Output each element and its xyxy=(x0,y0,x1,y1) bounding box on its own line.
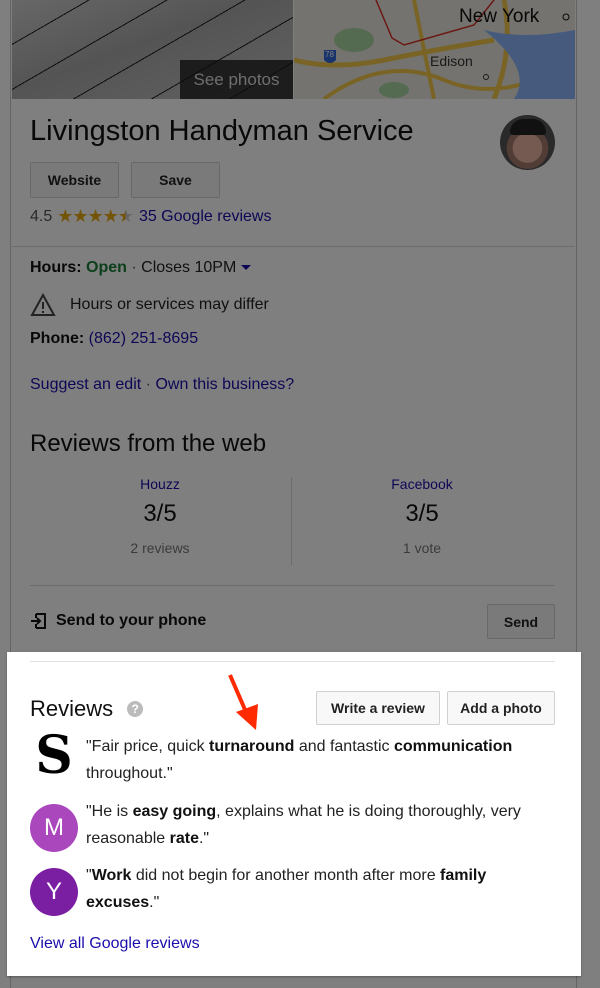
highway-shield: 78 xyxy=(325,50,334,59)
write-review-button[interactable]: Write a review xyxy=(316,691,440,725)
edit-links: Suggest an edit · Own this business? xyxy=(30,376,295,393)
reviewer-avatar: S xyxy=(35,724,73,786)
suggest-edit-link[interactable]: Suggest an edit xyxy=(30,376,141,393)
web-count: 1 vote xyxy=(402,540,442,556)
review-snippet: S "Fair price, quick turnaround and fant… xyxy=(30,724,556,787)
chevron-down-icon[interactable] xyxy=(241,265,252,271)
web-source-link[interactable]: Houzz xyxy=(30,476,290,492)
review-text: "He is easy going, explains what he is d… xyxy=(86,803,521,847)
google-reviews-section: Reviews ? Write a review Add a photo S "… xyxy=(7,652,581,976)
phone-link[interactable]: (862) 251-8695 xyxy=(89,330,198,347)
business-photo[interactable]: See photos xyxy=(12,0,293,99)
dim-overlay xyxy=(0,652,7,988)
hours-warning: Hours or services may differ xyxy=(30,293,269,317)
open-status: Open xyxy=(86,259,127,276)
rating-value: 4.5 xyxy=(30,207,53,225)
reviewer-avatar: M xyxy=(30,804,78,852)
google-reviews-link[interactable]: 35 Google reviews xyxy=(139,208,272,226)
web-score: 3/5 xyxy=(143,500,177,527)
closing-time[interactable]: Closes 10PM xyxy=(141,259,236,276)
reviews-title: Reviews ? xyxy=(30,696,144,722)
help-icon[interactable]: ? xyxy=(127,701,144,717)
rating-row: 4.5 ★★★★★ 35 Google reviews xyxy=(30,206,271,227)
business-name: Livingston Handyman Service xyxy=(30,115,414,147)
web-review-houzz: Houzz 3/5 2 reviews xyxy=(30,476,290,556)
save-button[interactable]: Save xyxy=(131,162,220,198)
web-review-facebook: Facebook 3/5 1 vote xyxy=(292,476,552,556)
web-score: 3/5 xyxy=(405,500,439,527)
owner-avatar[interactable] xyxy=(500,115,555,170)
divider xyxy=(10,246,575,247)
review-text: "Work did not begin for another month af… xyxy=(86,867,487,911)
web-reviews-title: Reviews from the web xyxy=(30,430,267,457)
phone-row: Phone: (862) 251-8695 xyxy=(30,330,199,347)
divider xyxy=(30,585,555,586)
map-label-new-york: New York xyxy=(459,6,540,27)
dim-overlay xyxy=(581,652,600,988)
hero-media: See photos 78 New York Edison xyxy=(12,0,575,99)
hours-row: Hours: Open · Closes 10PM xyxy=(30,259,252,277)
send-button[interactable]: Send xyxy=(487,604,555,639)
send-to-phone: Send to your phone xyxy=(30,612,206,630)
star-rating-icon: ★★★★★ xyxy=(57,206,134,226)
send-to-device-icon xyxy=(31,613,46,629)
see-photos-button[interactable]: See photos xyxy=(180,60,293,99)
divider xyxy=(30,661,555,662)
review-snippet: M "He is easy going, explains what he is… xyxy=(30,798,556,852)
own-business-link[interactable]: Own this business? xyxy=(155,376,294,393)
review-text: "Fair price, quick turnaround and fantas… xyxy=(86,738,513,782)
website-button[interactable]: Website xyxy=(30,162,119,198)
map-label-edison: Edison xyxy=(430,53,473,69)
web-count: 2 reviews xyxy=(130,540,190,556)
web-source-link[interactable]: Facebook xyxy=(292,476,552,492)
reviewer-avatar: Y xyxy=(30,868,78,916)
review-snippet: Y "Work did not begin for another month … xyxy=(30,862,556,916)
warning-icon xyxy=(30,293,56,316)
add-photo-button[interactable]: Add a photo xyxy=(447,691,555,725)
view-all-reviews-link[interactable]: View all Google reviews xyxy=(30,935,200,953)
map-thumbnail[interactable]: 78 New York Edison xyxy=(294,0,575,99)
